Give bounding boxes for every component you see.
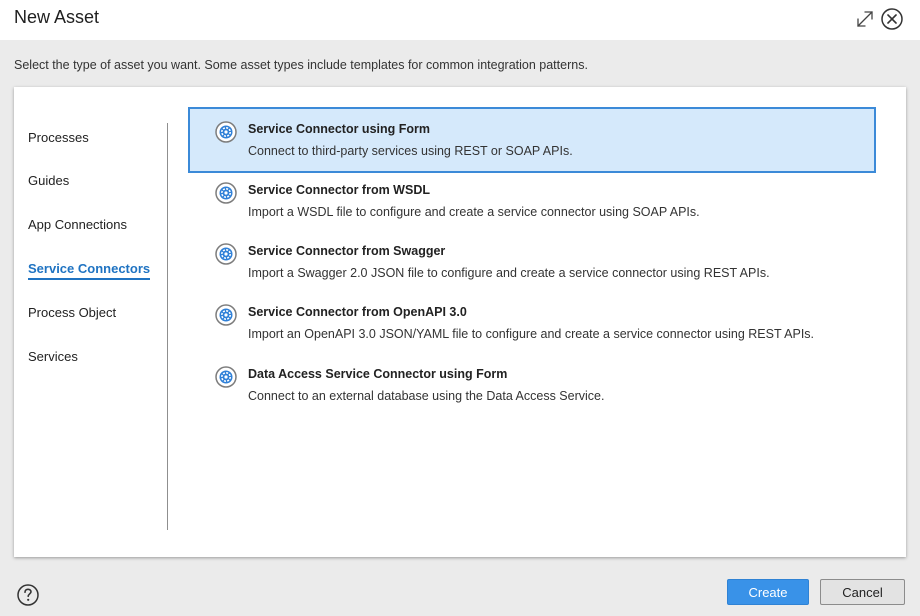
asset-type-panel: Processes Guides App Connections Service… bbox=[14, 87, 906, 557]
asset-title: Data Access Service Connector using Form bbox=[248, 367, 508, 381]
instructions-text: Select the type of asset you want. Some … bbox=[14, 58, 588, 72]
nav-item-services[interactable]: Services bbox=[28, 349, 78, 364]
sidebar-divider bbox=[167, 123, 168, 530]
nav-item-service-connectors[interactable]: Service Connectors bbox=[28, 261, 151, 280]
nav-item-process-object[interactable]: Process Object bbox=[28, 305, 116, 320]
asset-description: Connect to an external database using th… bbox=[248, 389, 605, 403]
asset-item-data-access-service-connector[interactable]: Data Access Service Connector using Form… bbox=[188, 352, 876, 418]
asset-item-service-connector-form[interactable]: Service Connector using Form Connect to … bbox=[188, 107, 876, 173]
create-button[interactable]: Create bbox=[727, 579, 809, 605]
asset-title: Service Connector from WSDL bbox=[248, 183, 430, 197]
asset-item-service-connector-wsdl[interactable]: Service Connector from WSDL Import a WSD… bbox=[188, 168, 876, 234]
asset-description: Import a WSDL file to configure and crea… bbox=[248, 205, 700, 219]
asset-description: Import a Swagger 2.0 JSON file to config… bbox=[248, 266, 770, 280]
gear-icon bbox=[215, 121, 237, 143]
expand-icon[interactable] bbox=[854, 8, 876, 30]
asset-description: Import an OpenAPI 3.0 JSON/YAML file to … bbox=[248, 327, 815, 341]
asset-category-nav: Processes Guides App Connections Service… bbox=[14, 87, 168, 557]
help-icon[interactable] bbox=[16, 583, 40, 607]
nav-item-guides[interactable]: Guides bbox=[28, 173, 69, 188]
gear-icon bbox=[215, 366, 237, 388]
dialog-title: New Asset bbox=[14, 7, 100, 27]
asset-description: Connect to third-party services using RE… bbox=[248, 144, 573, 158]
close-icon[interactable] bbox=[880, 7, 904, 31]
gear-icon bbox=[215, 182, 237, 204]
nav-item-processes[interactable]: Processes bbox=[28, 130, 89, 145]
asset-item-service-connector-openapi[interactable]: Service Connector from OpenAPI 3.0 Impor… bbox=[188, 290, 876, 356]
cancel-button[interactable]: Cancel bbox=[820, 579, 905, 605]
gear-icon bbox=[215, 304, 237, 326]
asset-item-service-connector-swagger[interactable]: Service Connector from Swagger Import a … bbox=[188, 229, 876, 295]
asset-title: Service Connector from Swagger bbox=[248, 244, 446, 258]
dialog-header: New Asset bbox=[0, 0, 920, 40]
asset-title: Service Connector using Form bbox=[248, 122, 430, 136]
gear-icon bbox=[215, 243, 237, 265]
asset-title: Service Connector from OpenAPI 3.0 bbox=[248, 305, 467, 319]
nav-item-app-connections[interactable]: App Connections bbox=[28, 217, 127, 232]
